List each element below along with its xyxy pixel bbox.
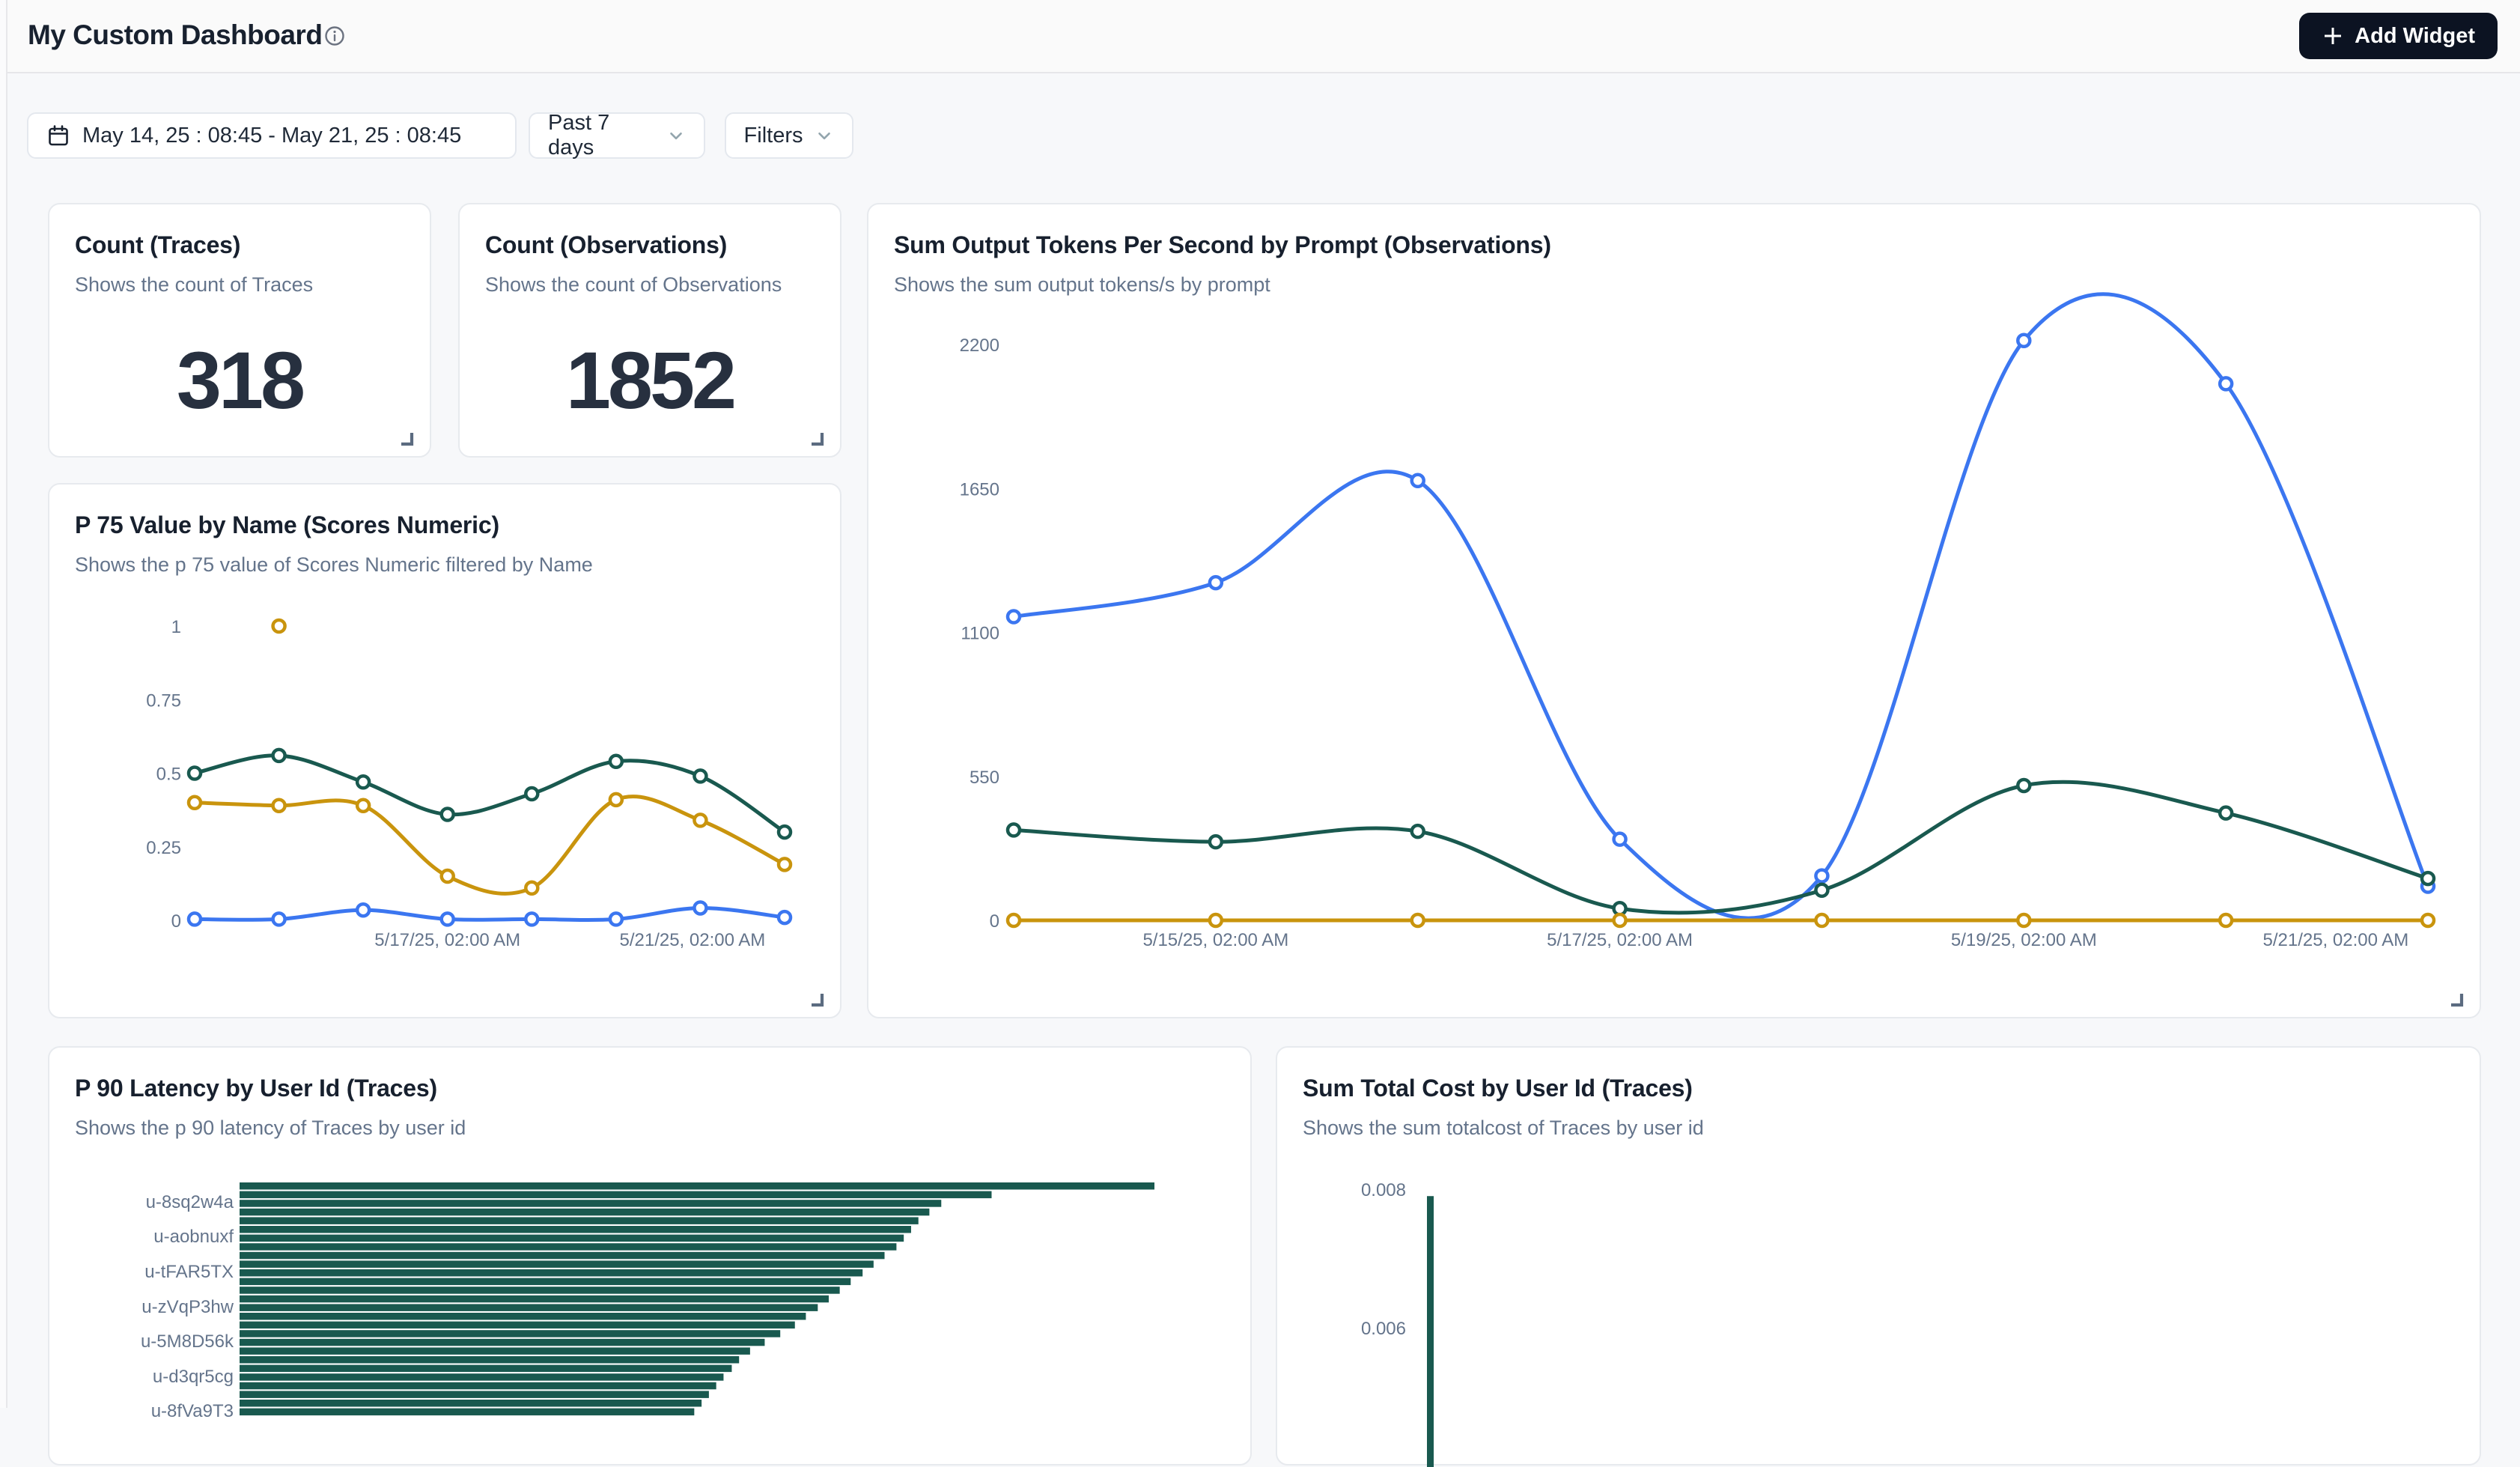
- widget-sum-cost: Sum Total Cost by User Id (Traces) Shows…: [1276, 1046, 2481, 1466]
- widget-count-traces: Count (Traces) Shows the count of Traces…: [48, 203, 431, 458]
- svg-text:5/17/25, 02:00 AM: 5/17/25, 02:00 AM: [1547, 930, 1693, 950]
- resize-handle-icon[interactable]: [2450, 990, 2468, 1008]
- svg-text:u-8fVa9T3: u-8fVa9T3: [151, 1401, 234, 1421]
- calendar-icon: [46, 124, 70, 148]
- svg-text:5/15/25, 02:00 AM: 5/15/25, 02:00 AM: [1142, 930, 1288, 950]
- widget-subtitle: Shows the count of Observations: [485, 273, 782, 297]
- svg-text:0: 0: [990, 911, 999, 932]
- resize-handle-icon[interactable]: [400, 429, 418, 447]
- resize-handle-icon[interactable]: [810, 990, 828, 1008]
- count-traces-value: 318: [49, 333, 430, 427]
- svg-text:0.5: 0.5: [156, 765, 181, 785]
- svg-text:u-aobnuxf: u-aobnuxf: [153, 1227, 234, 1247]
- svg-text:1100: 1100: [961, 624, 999, 644]
- svg-text:5/19/25, 02:00 AM: 5/19/25, 02:00 AM: [1951, 930, 2097, 950]
- chevron-down-icon: [666, 126, 686, 145]
- line-chart-p75-scores[interactable]: 0 0.25 0.5 0.75 1 5/17/25, 02:00 AM 5/21/25, 0…: [49, 485, 843, 1020]
- plus-icon: [2322, 25, 2344, 47]
- chevron-down-icon: [815, 126, 834, 145]
- svg-text:u-tFAR5TX: u-tFAR5TX: [144, 1262, 234, 1282]
- top-bar: My Custom Dashboard Add Widget: [0, 0, 2520, 73]
- widget-p90-latency: P 90 Latency by User Id (Traces) Shows t…: [48, 1046, 1252, 1466]
- svg-text:2200: 2200: [960, 335, 999, 356]
- svg-text:0.006: 0.006: [1361, 1319, 1406, 1339]
- count-observations-value: 1852: [460, 333, 840, 427]
- resize-handle-icon[interactable]: [810, 429, 828, 447]
- range-preset-dropdown[interactable]: Past 7 days: [529, 112, 705, 159]
- date-range-value: May 14, 25 : 08:45 - May 21, 25 : 08:45: [82, 124, 461, 148]
- filters-label: Filters: [744, 124, 803, 148]
- svg-text:5/21/25, 02:00 AM: 5/21/25, 02:00 AM: [619, 930, 765, 950]
- svg-text:0.25: 0.25: [146, 838, 181, 858]
- line-chart-output-tokens[interactable]: 0 550 1100 1650 2200 5/15/25, 02:00 AM 5/17/25…: [868, 204, 2483, 1020]
- svg-text:0.75: 0.75: [146, 690, 181, 711]
- svg-text:0.008: 0.008: [1361, 1180, 1406, 1200]
- svg-text:5/17/25, 02:00 AM: 5/17/25, 02:00 AM: [374, 930, 520, 950]
- svg-text:u-zVqP3hw: u-zVqP3hw: [141, 1297, 234, 1317]
- svg-text:u-d3qr5cg: u-d3qr5cg: [153, 1367, 234, 1387]
- widget-subtitle: Shows the count of Traces: [75, 273, 313, 297]
- date-range-picker[interactable]: May 14, 25 : 08:45 - May 21, 25 : 08:45: [27, 112, 517, 159]
- svg-text:1: 1: [171, 617, 181, 637]
- add-widget-button[interactable]: Add Widget: [2299, 13, 2498, 59]
- sidebar-edge: [0, 0, 7, 1408]
- add-widget-label: Add Widget: [2355, 24, 2475, 49]
- filters-dropdown[interactable]: Filters: [725, 112, 853, 159]
- svg-text:1650: 1650: [960, 479, 999, 499]
- bar-chart-sum-cost[interactable]: 0.008 0.006: [1277, 1048, 2483, 1467]
- svg-text:u-5M8D56k: u-5M8D56k: [141, 1331, 234, 1352]
- svg-text:u-8sq2w4a: u-8sq2w4a: [146, 1192, 234, 1212]
- svg-text:550: 550: [970, 768, 999, 788]
- widget-p75-scores: P 75 Value by Name (Scores Numeric) Show…: [48, 483, 841, 1018]
- widget-title: Count (Traces): [75, 231, 240, 259]
- widget-count-observations: Count (Observations) Shows the count of …: [458, 203, 841, 458]
- page-title: My Custom Dashboard: [28, 19, 322, 51]
- range-preset-value: Past 7 days: [548, 111, 654, 160]
- svg-text:0: 0: [171, 911, 181, 932]
- widget-title: Count (Observations): [485, 231, 727, 259]
- svg-text:5/21/25, 02:00 AM: 5/21/25, 02:00 AM: [2262, 930, 2408, 950]
- bar-chart-p90-latency[interactable]: u-8sq2w4a u-aobnuxf u-tFAR5TX u-zVqP3hw u-5M…: [49, 1048, 1253, 1467]
- info-icon[interactable]: [323, 25, 346, 47]
- widget-sum-output-tokens: Sum Output Tokens Per Second by Prompt (…: [867, 203, 2481, 1018]
